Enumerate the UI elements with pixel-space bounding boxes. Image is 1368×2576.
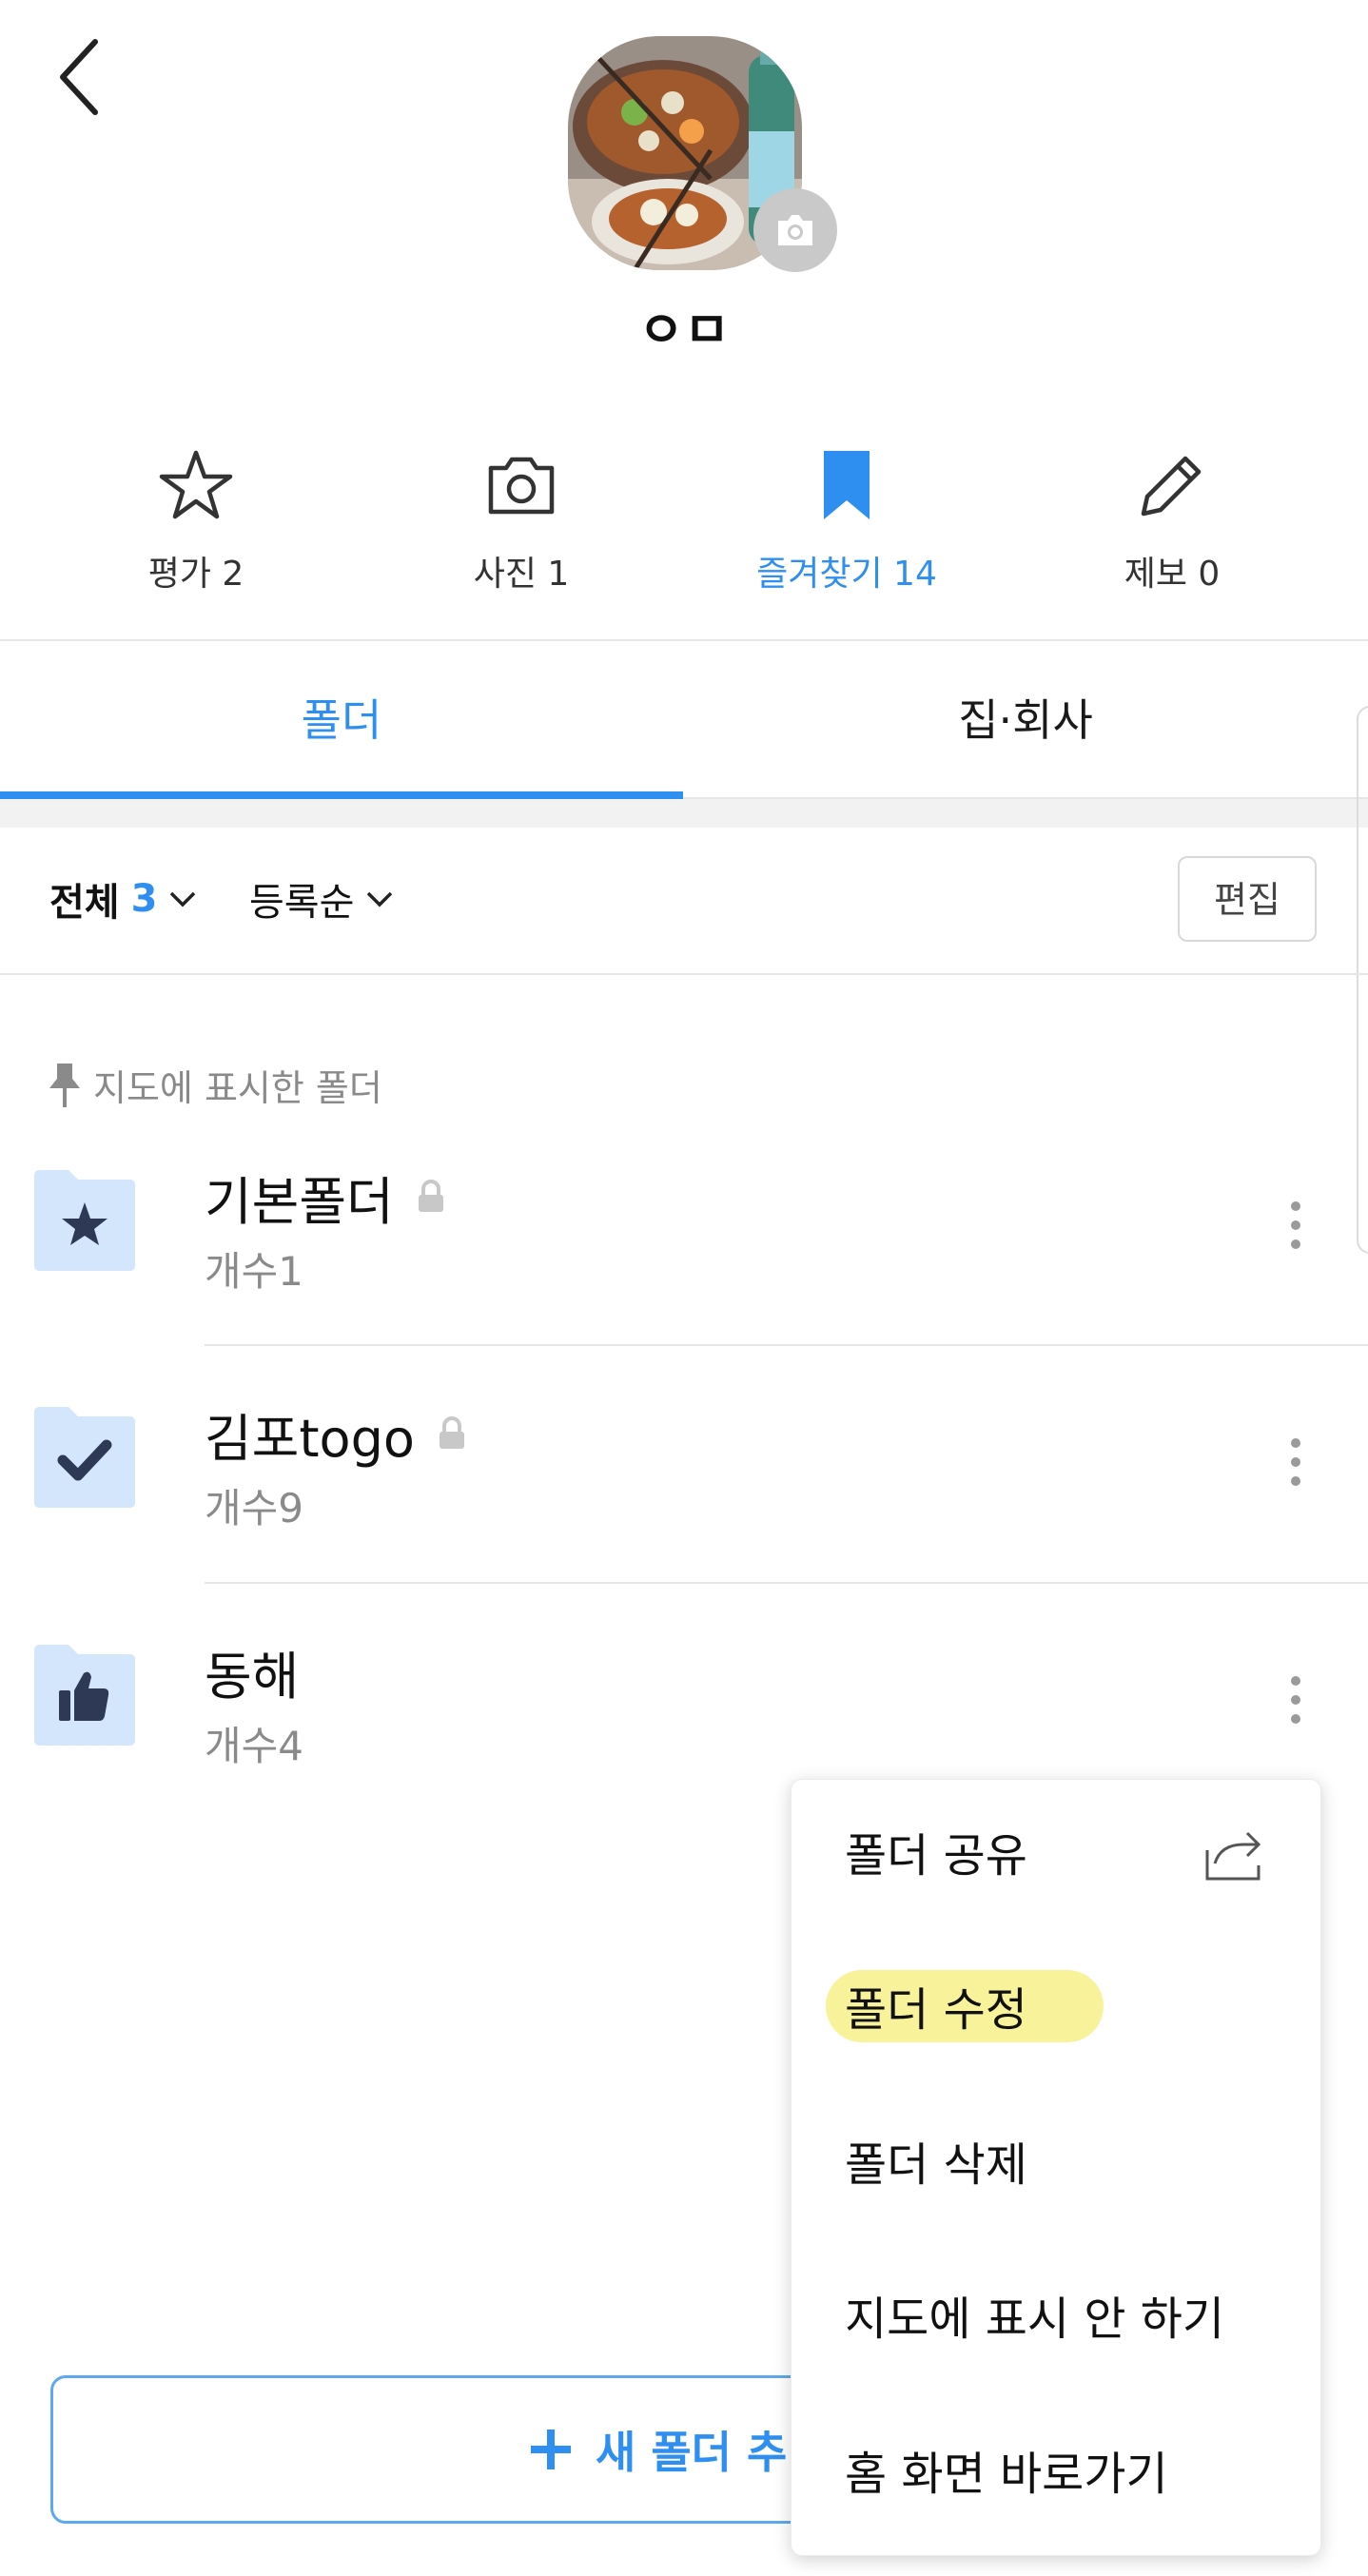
stat-ratings-label: 평가 2 [147,555,244,594]
divider [0,973,1368,975]
tab-home-work[interactable]: 집·회사 [683,642,1368,799]
new-folder-button-content: 새 폴더 추 [529,2378,787,2521]
share-icon[interactable] [1203,1825,1262,1883]
folder-star-icon [34,1170,135,1271]
back-button[interactable] [53,34,114,120]
new-folder-label: 새 폴더 추 [596,2427,788,2478]
stat-bookmarks-label: 즐겨찾기 14 [756,555,937,594]
more-options-icon[interactable] [1279,1435,1313,1489]
folder-count: 개수1 [205,1248,304,1295]
more-options-icon[interactable] [1279,1199,1313,1252]
folder-name-row: 기본폴더 [205,1159,445,1235]
change-photo-button[interactable] [753,188,837,272]
stat-photos[interactable]: 사진 1 [379,447,664,599]
section-spacer [0,799,1368,828]
lock-icon [418,1180,443,1212]
menu-item-edit-folder[interactable]: 폴더 수정 [845,1962,1027,2048]
plus-icon [531,2430,571,2469]
folder-row[interactable]: 기본폴더 개수1 [0,1168,1368,1406]
lock-icon [439,1416,464,1449]
camera-icon [778,215,812,245]
sort-dropdown[interactable]: 등록순 [249,870,394,927]
filter-all-dropdown[interactable]: 전체 3 [49,870,197,927]
folder-name: 동해 [205,1646,300,1707]
divider [0,639,1368,641]
stat-reports-label: 제보 0 [1124,555,1221,594]
filter-all-count: 3 [130,877,158,921]
row-divider [205,1582,1368,1584]
folder-count: 개수4 [205,1723,304,1769]
chevron-down-icon [367,891,393,907]
folder-name: 기본폴더 [205,1171,394,1232]
folder-name-row: 김포togo [205,1395,466,1472]
chevron-down-icon [170,891,196,907]
row-divider [205,1344,1368,1346]
folder-thumbs-up-icon [34,1645,135,1746]
bookmark-filled-icon [824,451,870,519]
stat-photos-label: 사진 1 [473,555,570,594]
tab-active-indicator [0,791,683,799]
folder-name: 김포togo [205,1408,415,1469]
stat-bookmarks[interactable]: 즐겨찾기 14 [704,447,989,599]
tab-folder[interactable]: 폴더 [0,642,683,799]
star-outline-icon [159,450,233,519]
menu-item-hide-on-map[interactable]: 지도에 표시 안 하기 [845,2272,1224,2357]
folder-check-icon [34,1407,135,1508]
more-options-icon[interactable] [1279,1673,1313,1727]
pencil-icon [1141,456,1202,517]
filter-all-label: 전체 [49,881,120,925]
folder-count: 개수9 [205,1485,304,1532]
folder-context-menu: 폴더 공유 폴더 수정 폴더 삭제 지도에 표시 안 하기 홈 화면 바로가기 [791,1779,1321,2556]
edit-button[interactable]: 편집 [1178,856,1317,942]
menu-item-share-folder[interactable]: 폴더 공유 [845,1808,1027,1894]
folder-name-row: 동해 [205,1633,299,1709]
menu-item-home-shortcut[interactable]: 홈 화면 바로가기 [845,2427,1168,2512]
pinned-folders-text: 지도에 표시한 폴더 [93,1066,382,1109]
menu-item-delete-folder[interactable]: 폴더 삭제 [845,2117,1027,2203]
sort-label: 등록순 [249,881,355,925]
profile-name: ㅇㅁ [638,302,730,360]
pinned-folders-label: 지도에 표시한 폴더 [48,1056,382,1113]
chevron-left-icon [60,39,98,115]
pin-icon [49,1064,80,1107]
stat-reports[interactable]: 제보 0 [1029,447,1315,599]
stat-ratings[interactable]: 평가 2 [53,447,339,599]
camera-outline-icon [488,457,555,515]
folder-row[interactable]: 김포togo 개수9 [0,1405,1368,1643]
